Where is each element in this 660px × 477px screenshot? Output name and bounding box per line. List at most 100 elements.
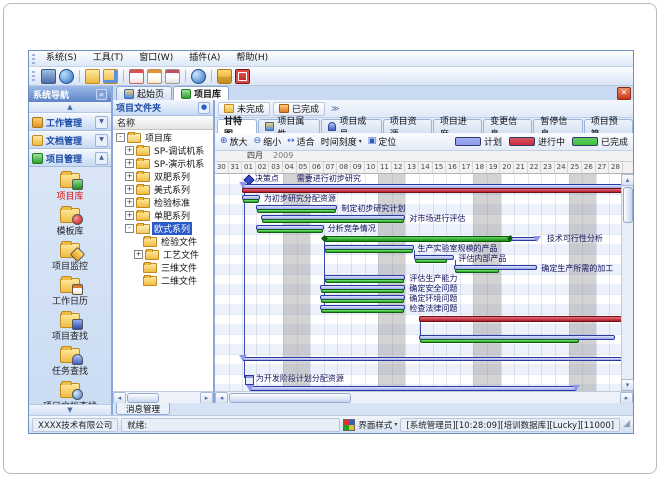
- task-done-bar[interactable]: [321, 299, 405, 303]
- task-done-bar[interactable]: [321, 289, 405, 293]
- task-done-bar[interactable]: [262, 219, 404, 223]
- more-filters-icon[interactable]: ≫: [328, 104, 342, 113]
- tab-start-page[interactable]: 起始页: [116, 86, 172, 100]
- close-icon[interactable]: ✕: [617, 87, 631, 100]
- sidebar-item-template-library[interactable]: 模板库: [29, 205, 111, 240]
- scroll-right-icon[interactable]: ▸: [620, 392, 633, 404]
- chevron-down-icon[interactable]: ▼: [95, 116, 108, 129]
- sidebar-item-doc-search[interactable]: 项目文档查找: [29, 380, 111, 404]
- folder-report-icon[interactable]: [103, 69, 118, 84]
- progress-bar[interactable]: [419, 316, 621, 322]
- expand-icon[interactable]: +: [125, 159, 134, 168]
- globe-icon[interactable]: [59, 69, 74, 84]
- tab-project-library[interactable]: 项目库: [173, 86, 229, 100]
- gantt-tool-4[interactable]: ▣定位: [368, 135, 397, 148]
- resize-grip-icon[interactable]: ◢: [623, 420, 630, 429]
- tree-item-1[interactable]: +SP-调试机系: [113, 144, 213, 157]
- phase-plan-bar[interactable]: [249, 386, 577, 391]
- detail-tab-4[interactable]: 项目进度: [433, 119, 482, 133]
- expand-icon[interactable]: +: [125, 172, 134, 181]
- summary-done-bar[interactable]: [324, 236, 512, 242]
- expand-icon[interactable]: +: [134, 250, 143, 259]
- sidebar-group-0[interactable]: 工作管理▼: [29, 113, 111, 131]
- detail-tab-2[interactable]: 项目成员: [321, 119, 382, 133]
- sidebar-item-project-monitor[interactable]: 项目监控: [29, 240, 111, 275]
- resource-note-icon[interactable]: [245, 375, 254, 385]
- task-done-bar[interactable]: [243, 199, 259, 203]
- summary-plan-bar[interactable]: [242, 357, 621, 361]
- tree-item-8[interactable]: 检验文件: [113, 235, 213, 248]
- tree-item-11[interactable]: 二维文件: [113, 274, 213, 287]
- tree-item-6[interactable]: +单肥系列: [113, 209, 213, 222]
- calendar-new-icon[interactable]: [129, 69, 144, 84]
- collapse-icon[interactable]: -: [125, 224, 134, 233]
- tree-item-2[interactable]: +SP-演示机系: [113, 157, 213, 170]
- gantt-tool-0[interactable]: ⊕放大: [220, 135, 248, 148]
- sidebar-item-task-search[interactable]: 任务查找: [29, 345, 111, 380]
- tree-item-10[interactable]: 三维文件: [113, 261, 213, 274]
- help-icon[interactable]: [191, 69, 206, 84]
- open-folder-icon[interactable]: [85, 69, 100, 84]
- sidebar-scroll-up-button[interactable]: ▲: [29, 102, 111, 113]
- tree-item-3[interactable]: +双肥系列: [113, 170, 213, 183]
- detail-tab-1[interactable]: 项目属性: [258, 119, 319, 133]
- menu-item-0[interactable]: 系统(S): [38, 51, 85, 66]
- detail-tab-0[interactable]: 甘特图: [217, 119, 257, 133]
- gantt-tool-2[interactable]: ↔适合: [287, 135, 315, 148]
- task-done-bar[interactable]: [455, 269, 499, 273]
- interface-style-selector[interactable]: 界面样式▾: [358, 419, 397, 431]
- sidebar-group-2[interactable]: 项目管理▲: [29, 149, 111, 167]
- gantt-tool-1[interactable]: ⊖缩小: [254, 135, 282, 148]
- chevron-down-icon[interactable]: ▼: [95, 134, 108, 147]
- scroll-right-icon[interactable]: ▸: [200, 392, 213, 404]
- scroll-up-icon[interactable]: ▴: [621, 174, 634, 186]
- tree-column-header[interactable]: 名称: [113, 116, 213, 130]
- menu-item-1[interactable]: 工具(T): [85, 51, 132, 66]
- detail-tab-3[interactable]: 项目资源: [383, 119, 432, 133]
- tree-item-5[interactable]: +检验标准: [113, 196, 213, 209]
- calendar-del-icon[interactable]: [165, 69, 180, 84]
- chevron-up-icon[interactable]: ▲: [95, 152, 108, 165]
- tree-item-4[interactable]: +美式系列: [113, 183, 213, 196]
- sidebar-group-1[interactable]: 文档管理▼: [29, 131, 111, 149]
- task-done-bar[interactable]: [257, 229, 323, 233]
- task-done-bar[interactable]: [325, 279, 405, 283]
- lock-icon[interactable]: [217, 69, 232, 84]
- menu-item-3[interactable]: 插件(A): [181, 51, 228, 66]
- tree-item-0[interactable]: -项目库: [113, 131, 213, 144]
- tree-item-9[interactable]: +工艺文件: [113, 248, 213, 261]
- sidebar-item-project-library[interactable]: 项目库: [29, 170, 111, 205]
- collapse-icon[interactable]: -: [116, 133, 125, 142]
- scroll-down-icon[interactable]: ▾: [621, 379, 634, 391]
- sidebar-item-project-search[interactable]: 项目查找: [29, 310, 111, 345]
- task-done-bar[interactable]: [420, 339, 579, 343]
- menu-item-4[interactable]: 帮助(H): [228, 51, 276, 66]
- detail-tab-7[interactable]: 项目预算: [584, 119, 633, 133]
- pin-icon[interactable]: ●: [198, 102, 210, 114]
- expand-icon[interactable]: +: [125, 211, 134, 220]
- tree-hscroll-thumb[interactable]: [127, 393, 159, 403]
- summary-progress-bar[interactable]: [242, 188, 621, 193]
- sidebar-item-work-calendar[interactable]: 工作日历: [29, 275, 111, 310]
- tree-item-7[interactable]: -欧式系列: [113, 222, 213, 235]
- gantt-hscroll-thumb[interactable]: [229, 393, 351, 403]
- task-done-bar[interactable]: [325, 249, 413, 253]
- task-done-bar[interactable]: [415, 259, 448, 263]
- task-done-bar[interactable]: [257, 209, 337, 213]
- gantt-vscroll-thumb[interactable]: [623, 187, 633, 223]
- sidebar-overflow-button[interactable]: ▼: [29, 404, 111, 415]
- detail-tab-5[interactable]: 变更信息: [483, 119, 532, 133]
- menu-item-2[interactable]: 窗口(W): [131, 51, 181, 66]
- message-management-tab[interactable]: 消息管理: [116, 403, 170, 415]
- expand-icon[interactable]: +: [125, 185, 134, 194]
- task-done-bar[interactable]: [321, 309, 405, 313]
- exit-icon[interactable]: [235, 69, 250, 84]
- scroll-left-icon[interactable]: ◂: [215, 392, 228, 404]
- scroll-left-icon[interactable]: ◂: [113, 392, 126, 404]
- monitor-icon[interactable]: [41, 69, 56, 84]
- gantt-tool-3[interactable]: 时间刻度▾: [321, 135, 362, 148]
- calendar-edit-icon[interactable]: [147, 69, 162, 84]
- sidebar-collapse-icon[interactable]: «: [96, 89, 107, 100]
- detail-tab-6[interactable]: 暂停信息: [533, 119, 582, 133]
- expand-icon[interactable]: +: [125, 146, 134, 155]
